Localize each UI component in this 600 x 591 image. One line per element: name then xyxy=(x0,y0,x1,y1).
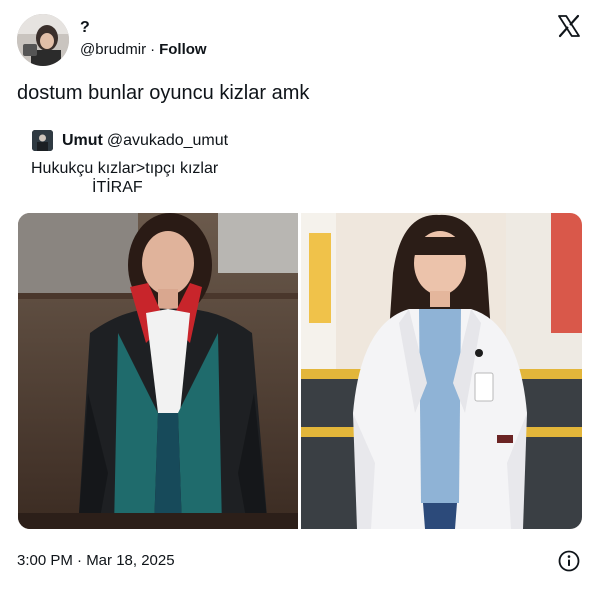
photo-lawyer-woman xyxy=(18,213,298,529)
quote-text-line-2: İTİRAF xyxy=(92,179,143,196)
author-display-name[interactable]: ? xyxy=(80,18,90,38)
separator-dot: · xyxy=(150,41,156,58)
x-logo-icon[interactable] xyxy=(557,14,581,38)
info-icon[interactable] xyxy=(558,550,580,572)
quote-author[interactable]: Umut @avukado_umut xyxy=(62,132,228,150)
quote-author-handle[interactable]: @avukado_umut xyxy=(107,132,228,149)
photo-doctor-woman xyxy=(301,213,582,529)
author-avatar[interactable] xyxy=(17,14,69,66)
quote-avatar-image xyxy=(32,130,53,151)
quote-text-line-1: Hukukçu kızlar>tıpçı kızlar xyxy=(31,160,219,177)
quote-author-name[interactable]: Umut xyxy=(62,132,103,149)
media-photo-left[interactable] xyxy=(18,213,298,529)
follow-button[interactable]: Follow xyxy=(159,41,207,58)
tweet-timestamp[interactable]: 3:00 PM · Mar 18, 2025 xyxy=(17,551,175,571)
author-meta: @brudmir · Follow xyxy=(80,41,207,59)
author-handle[interactable]: @brudmir xyxy=(80,41,146,58)
media-photo-right[interactable] xyxy=(301,213,582,529)
quote-author-avatar[interactable] xyxy=(32,130,53,151)
avatar-image xyxy=(17,14,69,66)
tweet-text: dostum bunlar oyuncu kizlar amk xyxy=(17,82,310,104)
